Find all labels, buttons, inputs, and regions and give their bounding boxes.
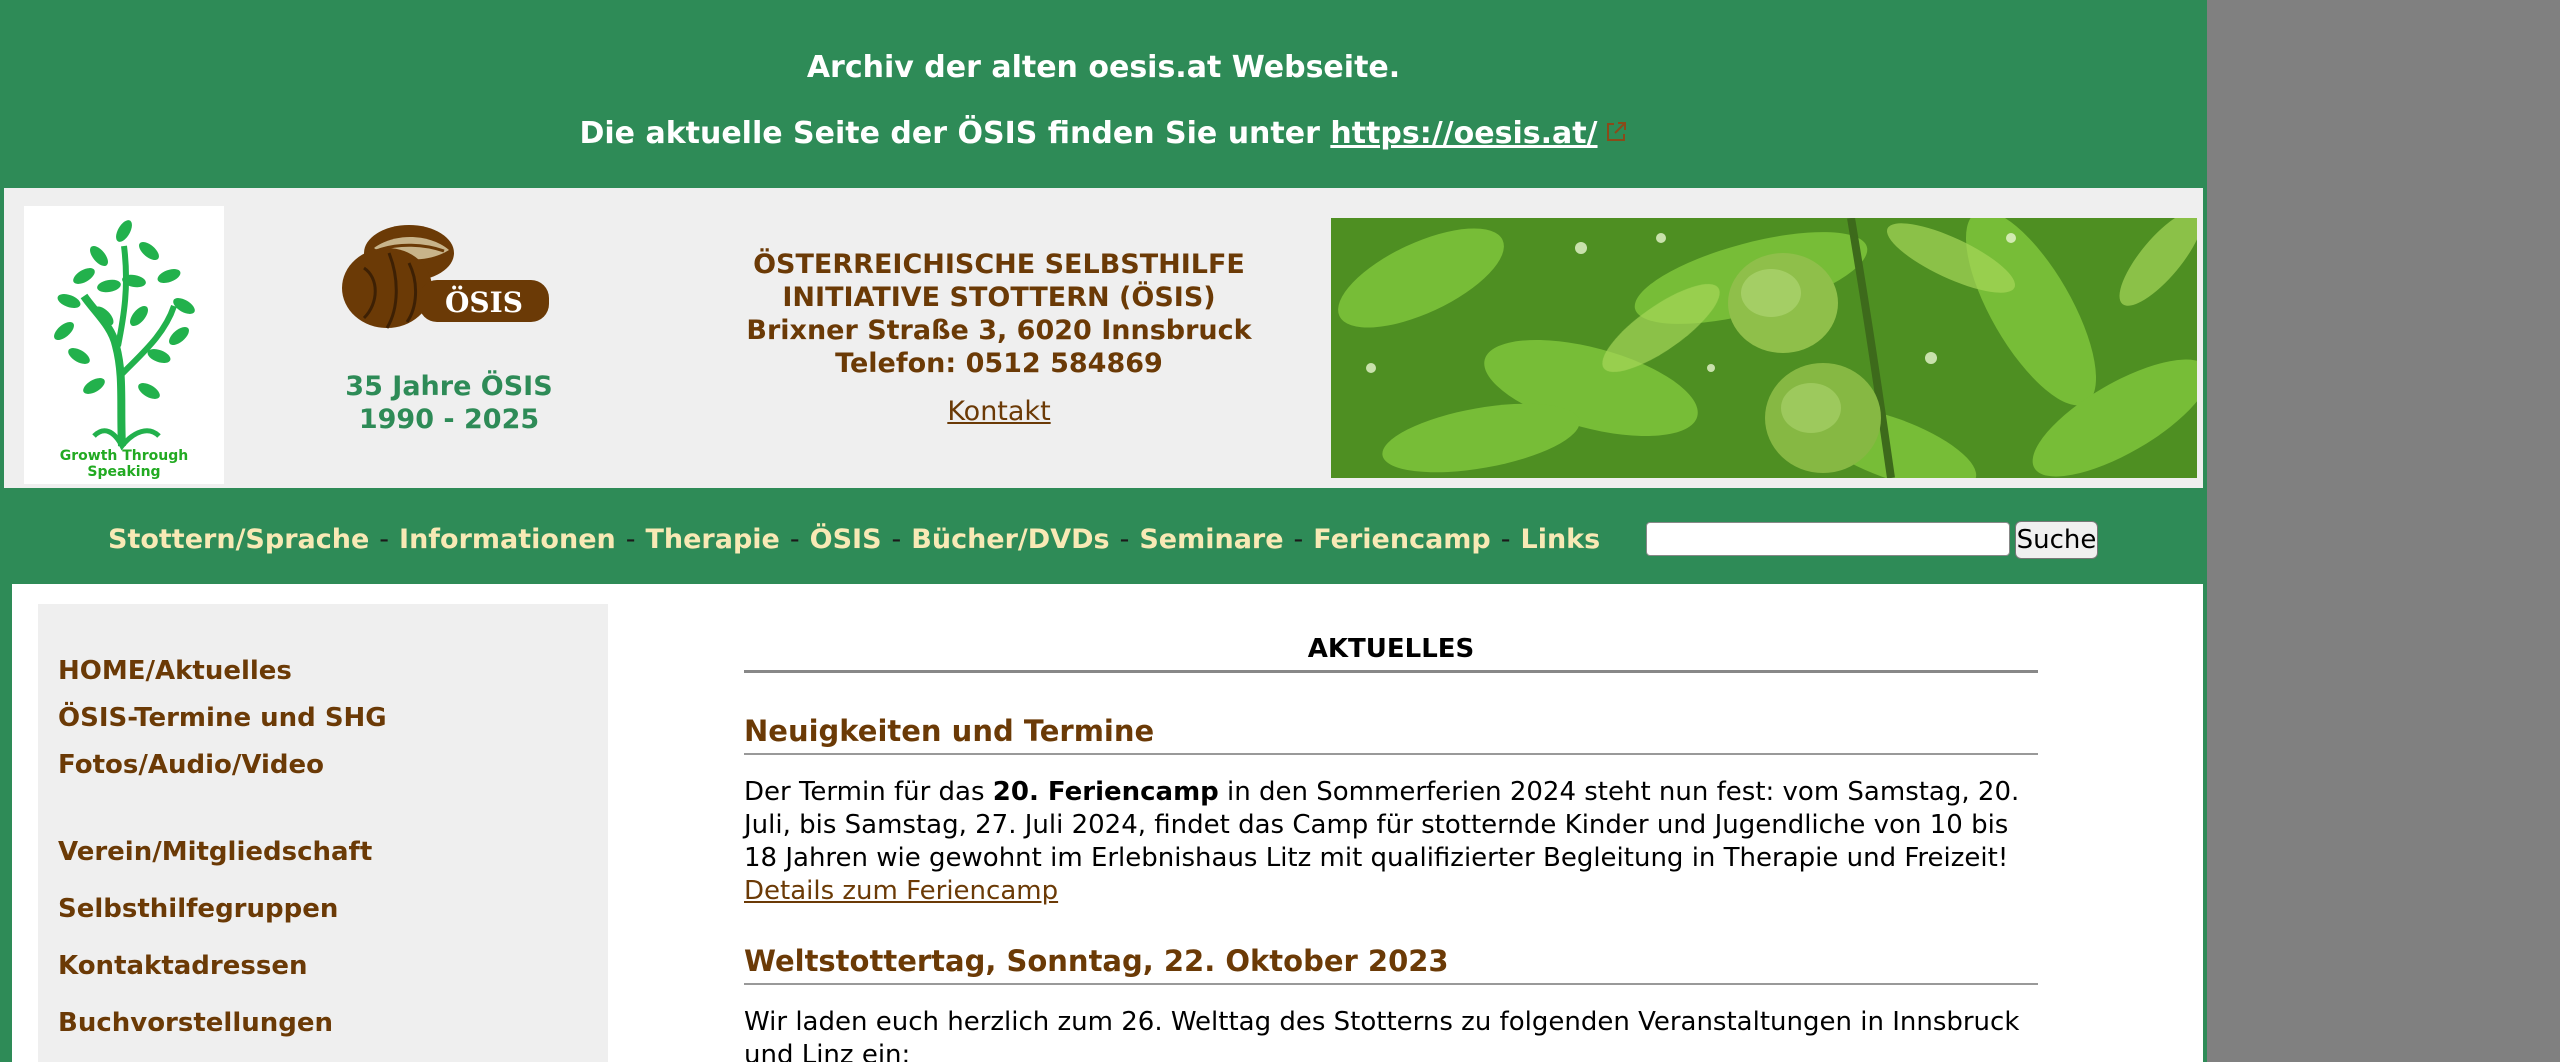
nav-separator: - — [789, 524, 800, 555]
main-navigation: Stottern/Sprache - Informationen - Therapie -… — [0, 490, 2207, 582]
nav-separator: - — [891, 524, 902, 555]
search-input[interactable] — [1646, 522, 2010, 556]
weltstottertag-divider — [744, 983, 2038, 985]
organization-address: ÖSTERREICHISCHE SELBSTHILFE INITIATIVE S… — [704, 248, 1294, 380]
nav-informationen[interactable]: Informationen — [399, 524, 616, 555]
nav-feriencamp[interactable]: Feriencamp — [1313, 524, 1490, 555]
sidebar-item-kontaktadressen[interactable]: Kontaktadressen — [58, 951, 307, 981]
nav-separator: - — [379, 524, 390, 555]
section-title: AKTUELLES — [1307, 634, 1475, 664]
weltstottertag-heading: Weltstottertag, Sonntag, 22. Oktober 202… — [744, 944, 1449, 978]
section-divider — [744, 670, 2038, 673]
news-paragraph: Der Termin für das 20. Feriencamp in den… — [744, 776, 2038, 908]
sidebar-item-buchvorstellungen[interactable]: Buchvorstellungen — [58, 1008, 333, 1038]
anniversary: 35 Jahre ÖSIS 1990 - 2025 — [304, 370, 594, 436]
news-heading: Neuigkeiten und Termine — [744, 714, 1155, 748]
walnut-tree-image — [1331, 218, 2197, 478]
nav-separator: - — [1500, 524, 1511, 555]
nav-buecher-dvds[interactable]: Bücher/DVDs — [911, 524, 1109, 555]
address-line3: Brixner Straße 3, 6020 Innsbruck — [746, 315, 1252, 346]
nav-separator: - — [625, 524, 636, 555]
anniversary-line1: 35 Jahre ÖSIS — [345, 371, 553, 402]
contact-link-wrap: Kontakt — [704, 396, 1294, 427]
sidebar: HOME/Aktuelles ÖSIS-Termine und SHG Foto… — [38, 604, 608, 1062]
nav-separator: - — [1293, 524, 1304, 555]
news-text-before: Der Termin für das — [744, 777, 993, 807]
sidebar-item-fotos[interactable]: Fotos/Audio/Video — [58, 750, 324, 780]
content-area: HOME/Aktuelles ÖSIS-Termine und SHG Foto… — [12, 584, 2203, 1062]
archive-notice: Archiv der alten oesis.at Webseite. — [806, 50, 1401, 85]
weltstottertag-paragraph: Wir laden euch herzlich zum 26. Welttag … — [744, 1007, 2020, 1062]
sidebar-item-termine[interactable]: ÖSIS-Termine und SHG — [58, 703, 387, 733]
tree-icon — [54, 220, 195, 451]
nav-osis[interactable]: ÖSIS — [810, 524, 882, 555]
osis-logo: ÖSIS — [339, 218, 554, 333]
sidebar-item-verein[interactable]: Verein/Mitgliedschaft — [58, 837, 372, 867]
search-button[interactable]: Suche — [2015, 521, 2098, 559]
contact-link[interactable]: Kontakt — [947, 396, 1050, 427]
news-text-bold: 20. Feriencamp — [992, 777, 1219, 807]
archive-banner: Archiv der alten oesis.at Webseite. Die … — [0, 0, 2207, 186]
feriencamp-details-link[interactable]: Details zum Feriencamp — [744, 876, 1058, 906]
tree-logo: Growth Through Speaking — [24, 206, 224, 484]
nav-stottern-sprache[interactable]: Stottern/Sprache — [108, 524, 369, 555]
tree-logo-caption: Growth Through Speaking — [59, 448, 189, 480]
walnut-photo — [1331, 218, 2197, 478]
nav-links[interactable]: Links — [1521, 524, 1601, 555]
osis-logo-text: ÖSIS — [445, 285, 523, 319]
nav-items: Stottern/Sprache - Informationen - Therapie -… — [108, 524, 1600, 555]
nav-separator: - — [1119, 524, 1130, 555]
page: Archiv der alten oesis.at Webseite. Die … — [0, 0, 2207, 1062]
sidebar-item-selbsthilfegruppen[interactable]: Selbsthilfegruppen — [58, 894, 338, 924]
nav-seminare[interactable]: Seminare — [1139, 524, 1283, 555]
walnut-logo-icon: ÖSIS — [342, 225, 549, 329]
current-site-link[interactable]: https://oesis.at/ — [1330, 116, 1597, 151]
external-link-icon — [1604, 117, 1628, 152]
site-header: Growth Through Speaking ÖSIS 35 Jahre ÖS… — [4, 188, 2203, 488]
anniversary-line2: 1990 - 2025 — [358, 404, 540, 435]
news-divider — [744, 753, 2038, 755]
current-site-notice: Die aktuelle Seite der ÖSIS finden Sie u… — [0, 116, 2207, 152]
address-line2: INITIATIVE STOTTERN (ÖSIS) — [782, 282, 1216, 313]
nav-therapie[interactable]: Therapie — [645, 524, 779, 555]
current-site-text: Die aktuelle Seite der ÖSIS finden Sie u… — [579, 116, 1331, 151]
address-line4: Telefon: 0512 584869 — [835, 348, 1163, 379]
sidebar-item-home[interactable]: HOME/Aktuelles — [58, 656, 292, 686]
address-line1: ÖSTERREICHISCHE SELBSTHILFE — [753, 249, 1245, 280]
